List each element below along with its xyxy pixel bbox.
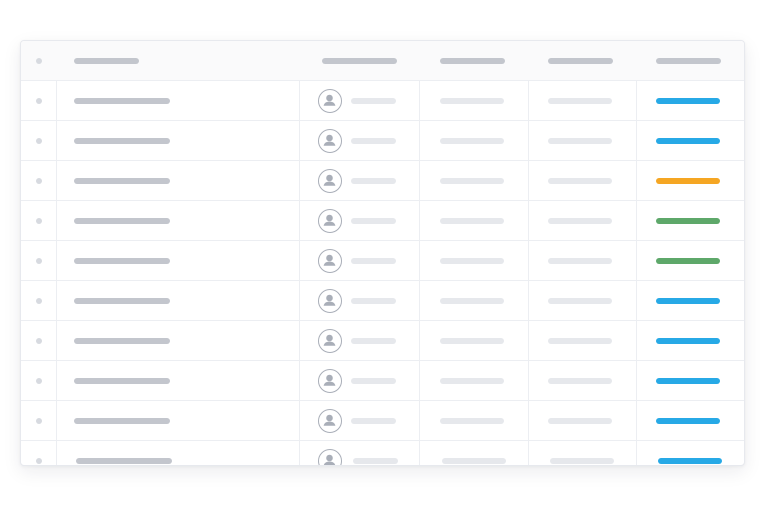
- assignee-avatar[interactable]: [318, 88, 342, 113]
- row-col-4: [548, 257, 612, 264]
- row-assignee-name: [351, 417, 396, 424]
- assignee-avatar[interactable]: [318, 328, 342, 353]
- table-header: [21, 41, 744, 81]
- row-assignee-name: [351, 217, 396, 224]
- header-status[interactable]: [656, 57, 721, 64]
- row-col-4: [548, 137, 612, 144]
- table-row[interactable]: [21, 361, 744, 401]
- status-bar[interactable]: [656, 337, 720, 344]
- row-col-4: [548, 377, 612, 384]
- row-select-dot-icon[interactable]: [36, 297, 42, 304]
- user-avatar-icon: [323, 254, 336, 266]
- table-row[interactable]: [21, 161, 744, 201]
- status-bar[interactable]: [656, 377, 720, 384]
- row-name[interactable]: [74, 337, 170, 344]
- table-row[interactable]: [21, 441, 744, 465]
- status-bar[interactable]: [656, 97, 720, 104]
- status-bar[interactable]: [658, 458, 722, 464]
- assignee-avatar[interactable]: [318, 168, 342, 193]
- row-col-4: [548, 217, 612, 224]
- row-name[interactable]: [74, 377, 170, 384]
- table-row[interactable]: [21, 241, 744, 281]
- assignee-avatar[interactable]: [318, 368, 342, 393]
- status-bar[interactable]: [656, 297, 720, 304]
- row-col-4: [550, 458, 614, 464]
- user-avatar-icon: [323, 134, 336, 146]
- row-select-dot-icon[interactable]: [36, 97, 42, 104]
- header-col-4[interactable]: [548, 57, 613, 64]
- user-avatar-icon: [323, 174, 336, 186]
- row-assignee-name: [353, 458, 398, 464]
- status-bar[interactable]: [656, 177, 720, 184]
- row-col-4: [548, 417, 612, 424]
- row-col-4: [548, 297, 612, 304]
- user-avatar-icon: [323, 294, 336, 306]
- table-row[interactable]: [21, 401, 744, 441]
- assignee-avatar[interactable]: [318, 208, 342, 233]
- status-bar[interactable]: [656, 417, 720, 424]
- row-select-dot-icon[interactable]: [36, 337, 42, 344]
- row-select-dot-icon[interactable]: [36, 417, 42, 424]
- user-avatar-icon: [323, 454, 336, 465]
- header-assignee[interactable]: [322, 57, 397, 64]
- row-name[interactable]: [74, 217, 170, 224]
- row-select-dot-icon[interactable]: [36, 177, 42, 184]
- row-assignee-name: [351, 97, 396, 104]
- assignee-avatar[interactable]: [318, 449, 342, 465]
- row-col-3: [440, 337, 504, 344]
- row-select-dot-icon[interactable]: [36, 377, 42, 384]
- row-select-dot-icon[interactable]: [36, 257, 42, 264]
- row-assignee-name: [351, 297, 396, 304]
- assignee-avatar[interactable]: [318, 248, 342, 273]
- header-col-3[interactable]: [440, 57, 505, 64]
- row-name[interactable]: [74, 137, 170, 144]
- row-col-3: [440, 297, 504, 304]
- row-assignee-name: [351, 137, 396, 144]
- row-col-4: [548, 177, 612, 184]
- user-avatar-icon: [323, 374, 336, 386]
- user-avatar-icon: [323, 214, 336, 226]
- row-assignee-name: [351, 177, 396, 184]
- row-col-3: [440, 177, 504, 184]
- row-name[interactable]: [76, 458, 172, 464]
- row-assignee-name: [351, 257, 396, 264]
- status-bar[interactable]: [656, 217, 720, 224]
- row-assignee-name: [351, 377, 396, 384]
- user-avatar-icon: [323, 94, 336, 106]
- row-name[interactable]: [74, 417, 170, 424]
- row-name[interactable]: [74, 177, 170, 184]
- user-avatar-icon: [323, 334, 336, 346]
- row-assignee-name: [351, 337, 396, 344]
- data-table: [20, 40, 745, 466]
- select-all-dot-icon[interactable]: [36, 57, 42, 64]
- header-name[interactable]: [74, 57, 139, 64]
- row-name[interactable]: [74, 97, 170, 104]
- table-row[interactable]: [21, 121, 744, 161]
- assignee-avatar[interactable]: [318, 288, 342, 313]
- table-row[interactable]: [21, 81, 744, 121]
- row-name[interactable]: [74, 297, 170, 304]
- row-col-4: [548, 337, 612, 344]
- row-select-dot-icon[interactable]: [36, 137, 42, 144]
- row-col-3: [440, 417, 504, 424]
- table-row[interactable]: [21, 321, 744, 361]
- row-col-3: [440, 137, 504, 144]
- row-col-4: [548, 97, 612, 104]
- row-select-dot-icon[interactable]: [36, 217, 42, 224]
- row-col-3: [442, 458, 506, 464]
- user-avatar-icon: [323, 414, 336, 426]
- table-row[interactable]: [21, 281, 744, 321]
- status-bar[interactable]: [656, 257, 720, 264]
- row-col-3: [440, 377, 504, 384]
- assignee-avatar[interactable]: [318, 128, 342, 153]
- status-bar[interactable]: [656, 137, 720, 144]
- row-select-dot-icon[interactable]: [36, 458, 42, 464]
- row-col-3: [440, 217, 504, 224]
- assignee-avatar[interactable]: [318, 408, 342, 433]
- row-name[interactable]: [74, 257, 170, 264]
- row-col-3: [440, 97, 504, 104]
- table-row[interactable]: [21, 201, 744, 241]
- row-col-3: [440, 257, 504, 264]
